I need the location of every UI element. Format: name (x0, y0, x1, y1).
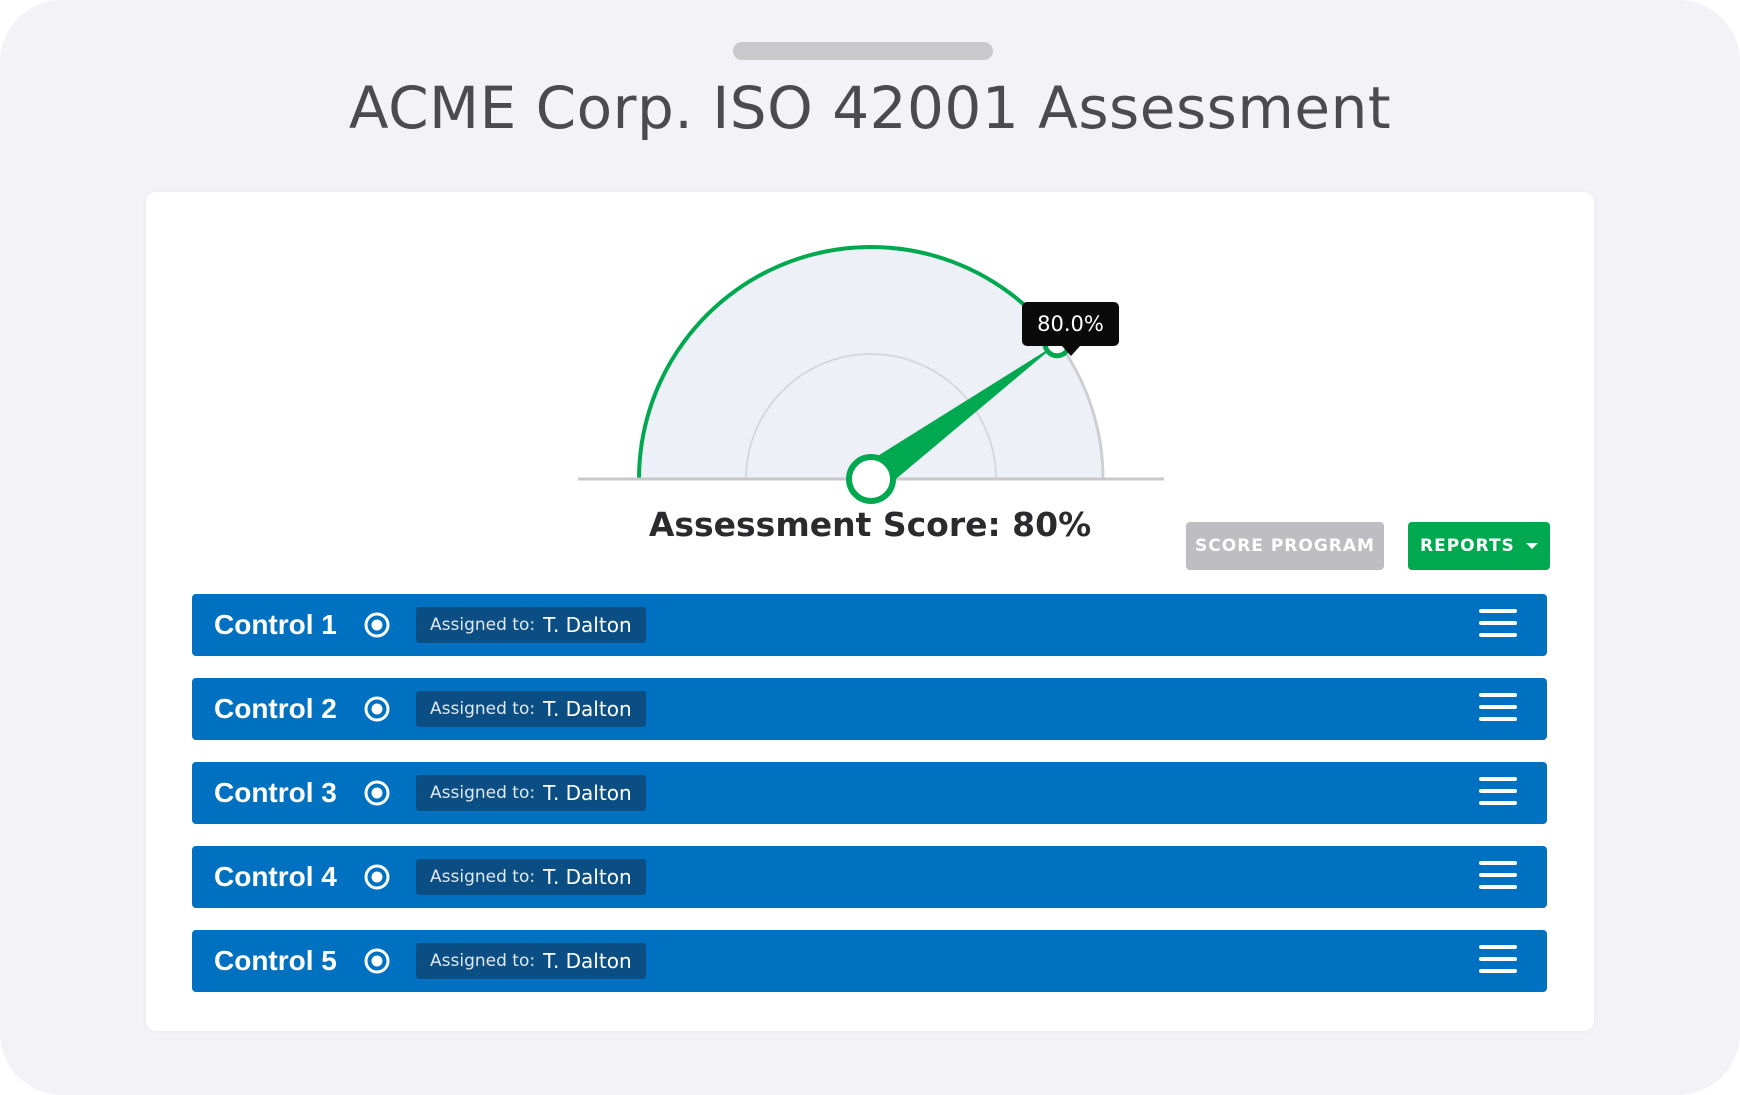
gauge-tooltip: 80.0% (1022, 302, 1119, 356)
assignee-name: T. Dalton (543, 697, 632, 721)
assignee-name: T. Dalton (543, 613, 632, 637)
control-name: Control 5 (214, 945, 337, 976)
control-name: Control 1 (214, 609, 337, 640)
page-title: ACME Corp. ISO 42001 Assessment (348, 74, 1392, 142)
assessment-score-label: Assessment Score: 80% (648, 505, 1092, 544)
control-name: Control 4 (214, 861, 337, 892)
assigned-label: Assigned to: (430, 615, 536, 635)
assigned-badge: Assigned to: T. Dalton (416, 775, 646, 811)
assignee-name: T. Dalton (543, 781, 632, 805)
target-icon[interactable] (362, 946, 392, 976)
assigned-label: Assigned to: (430, 699, 536, 719)
caret-down-icon[interactable] (1526, 543, 1538, 549)
assigned-badge: Assigned to: T. Dalton (416, 943, 646, 979)
assigned-badge: Assigned to: T. Dalton (416, 607, 646, 643)
assigned-badge: Assigned to: T. Dalton (416, 691, 646, 727)
hamburger-menu-icon[interactable] (1479, 693, 1517, 725)
control-name: Control 3 (214, 777, 337, 808)
assigned-badge: Assigned to: T. Dalton (416, 859, 646, 895)
target-icon[interactable] (362, 694, 392, 724)
control-row[interactable]: Control 3 Assigned to: T. Dalton (192, 762, 1547, 824)
reports-button[interactable]: REPORTS (1408, 522, 1550, 570)
target-icon[interactable] (362, 610, 392, 640)
assigned-label: Assigned to: (430, 783, 536, 803)
device-frame: ACME Corp. ISO 42001 Assessment 80.0% As… (0, 0, 1740, 1095)
target-icon[interactable] (362, 778, 392, 808)
hamburger-menu-icon[interactable] (1479, 777, 1517, 809)
control-row[interactable]: Control 1 Assigned to: T. Dalton (192, 594, 1547, 656)
gauge-pivot (846, 454, 896, 504)
assigned-label: Assigned to: (430, 867, 536, 887)
assigned-label: Assigned to: (430, 951, 536, 971)
hamburger-menu-icon[interactable] (1479, 609, 1517, 641)
reports-button-label: REPORTS (1420, 536, 1515, 556)
assignee-name: T. Dalton (543, 865, 632, 889)
control-row[interactable]: Control 4 Assigned to: T. Dalton (192, 846, 1547, 908)
hamburger-menu-icon[interactable] (1479, 861, 1517, 893)
control-name: Control 2 (214, 693, 337, 724)
score-program-button[interactable]: SCORE PROGRAM (1186, 522, 1384, 570)
control-row[interactable]: Control 5 Assigned to: T. Dalton (192, 930, 1547, 992)
target-icon[interactable] (362, 862, 392, 892)
hamburger-menu-icon[interactable] (1479, 945, 1517, 977)
drag-handle[interactable] (733, 42, 993, 60)
control-row[interactable]: Control 2 Assigned to: T. Dalton (192, 678, 1547, 740)
assignee-name: T. Dalton (543, 949, 632, 973)
controls-list: Control 1 Assigned to: T. Dalton Control… (192, 594, 1547, 1014)
score-gauge (578, 245, 1164, 504)
